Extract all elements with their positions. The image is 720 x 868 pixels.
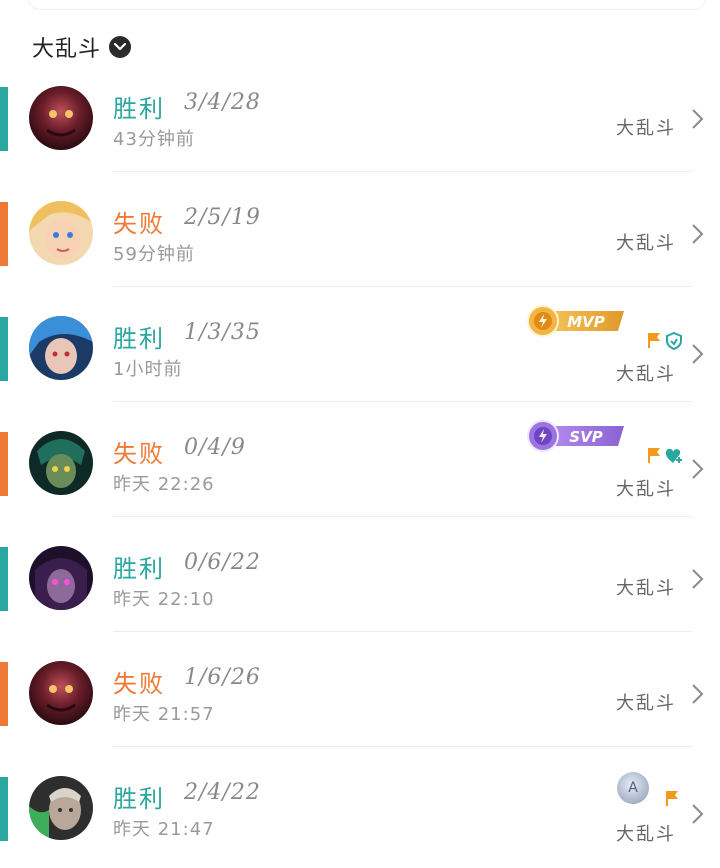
champion-avatar [29, 86, 93, 150]
match-result: 胜利 [113, 325, 165, 353]
match-mode: 大乱斗 [616, 693, 676, 714]
match-kda: 1/6/26 [184, 665, 261, 690]
shield-icon [666, 331, 682, 351]
chevron-right-icon [692, 459, 704, 479]
match-mode: 大乱斗 [616, 824, 676, 845]
chevron-down-icon [109, 36, 132, 58]
match-time: 昨天 21:47 [113, 819, 215, 840]
chevron-right-icon [692, 684, 704, 704]
match-result: 胜利 [113, 555, 165, 583]
match-result: 失败 [113, 210, 165, 238]
match-mode: 大乱斗 [616, 578, 676, 599]
flag-icon [648, 448, 660, 463]
match-mode: 大乱斗 [616, 118, 676, 139]
rank-badge: A [617, 772, 649, 804]
rank-badge-label: A [628, 780, 638, 796]
match-result: 胜利 [113, 785, 165, 813]
match-time: 昨天 22:10 [113, 589, 215, 610]
match-mode: 大乱斗 [616, 479, 676, 500]
result-indicator [0, 317, 8, 381]
chevron-right-icon [692, 344, 704, 364]
match-row[interactable]: 胜利 3/4/28 43分钟前 大乱斗 [0, 57, 720, 172]
match-time: 1小时前 [113, 359, 183, 380]
match-kda: 3/4/28 [184, 90, 261, 115]
chevron-right-icon [692, 804, 704, 824]
result-indicator [0, 432, 8, 496]
match-row[interactable]: 失败 1/6/26 昨天 21:57 大乱斗 [0, 632, 720, 747]
match-row[interactable]: 失败 2/5/19 59分钟前 大乱斗 [0, 172, 720, 287]
match-time: 昨天 22:26 [113, 474, 215, 495]
match-time: 昨天 21:57 [113, 704, 215, 725]
match-kda: 0/4/9 [184, 435, 246, 460]
flag-icon [648, 333, 660, 348]
chevron-right-icon [692, 109, 704, 129]
mvp-badge: MVP [527, 305, 624, 337]
match-time: 43分钟前 [113, 129, 195, 150]
match-kda: 1/3/35 [184, 320, 261, 345]
match-row[interactable]: 胜利 2/4/22 昨天 21:47 A 大乱斗 [0, 747, 720, 862]
champion-avatar [29, 776, 93, 840]
match-time: 59分钟前 [113, 244, 195, 265]
match-row[interactable]: 胜利 1/3/35 1小时前 MVP 大乱斗 [0, 287, 720, 402]
champion-avatar [29, 661, 93, 725]
match-result: 失败 [113, 440, 165, 468]
heart-plus-icon [665, 448, 682, 463]
mvp-badge-label: MVP [567, 313, 605, 331]
svp-badge-label: SVP [569, 428, 602, 446]
champion-avatar [29, 431, 93, 495]
match-kda: 2/4/22 [184, 780, 261, 805]
result-indicator [0, 777, 8, 841]
champion-avatar [29, 316, 93, 380]
champion-avatar [29, 201, 93, 265]
result-indicator [0, 87, 8, 151]
svp-badge: SVP [527, 420, 624, 452]
match-mode: 大乱斗 [616, 364, 676, 385]
result-indicator [0, 202, 8, 266]
champion-avatar [29, 546, 93, 610]
result-indicator [0, 547, 8, 611]
result-indicator [0, 662, 8, 726]
match-row[interactable]: 胜利 0/6/22 昨天 22:10 大乱斗 [0, 517, 720, 632]
match-kda: 0/6/22 [184, 550, 261, 575]
match-result: 失败 [113, 670, 165, 698]
match-kda: 2/5/19 [184, 205, 261, 230]
match-row[interactable]: 失败 0/4/9 昨天 22:26 SVP 大乱斗 [0, 402, 720, 517]
flag-icon [666, 791, 678, 806]
top-card [28, 0, 706, 10]
chevron-right-icon [692, 224, 704, 244]
match-result: 胜利 [113, 95, 165, 123]
match-history-list: 胜利 3/4/28 43分钟前 大乱斗 失败 2/5/19 59分钟前 大乱斗 [0, 57, 720, 862]
chevron-right-icon [692, 569, 704, 589]
match-mode: 大乱斗 [616, 233, 676, 254]
